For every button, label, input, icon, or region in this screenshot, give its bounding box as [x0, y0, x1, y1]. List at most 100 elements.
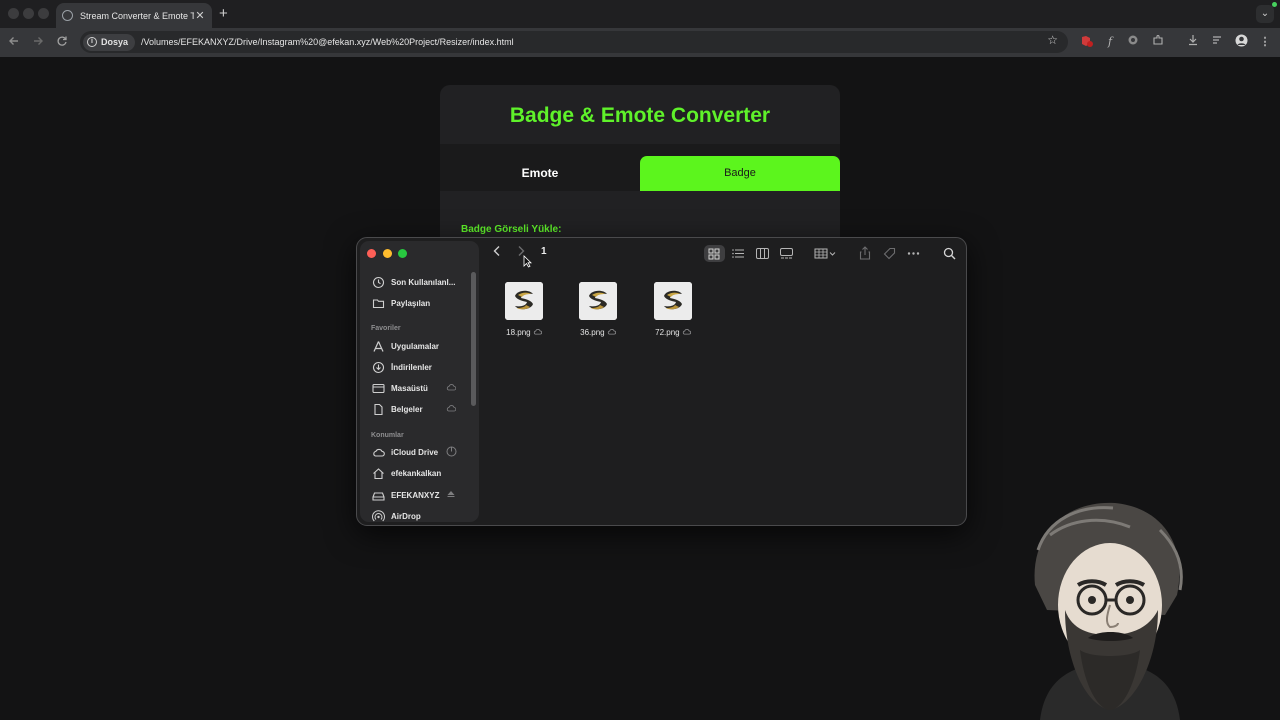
- clock-icon: [372, 276, 385, 288]
- extensions-puzzle-icon[interactable]: [1150, 34, 1166, 50]
- sidebar-item-label: iCloud Drive: [391, 447, 439, 457]
- eject-icon[interactable]: [446, 490, 456, 498]
- finder-back-button[interactable]: [487, 245, 507, 262]
- dialog-minimize-button[interactable]: [383, 249, 392, 258]
- downloads-icon: [372, 361, 385, 373]
- tag-button[interactable]: [883, 245, 896, 262]
- forward-button[interactable]: [29, 34, 47, 52]
- icloud-icon: [682, 329, 691, 335]
- sync-progress-icon: [446, 446, 457, 457]
- arrow-right-icon: [34, 37, 43, 45]
- image-thumbnail: [579, 282, 617, 320]
- home-icon: [373, 467, 384, 479]
- gallery-view-button[interactable]: [780, 245, 793, 262]
- sidebar-scrollbar[interactable]: [471, 272, 476, 406]
- site-info-chip[interactable]: i Dosya: [83, 33, 136, 51]
- upload-label: Badge Görseli Yükle:: [461, 224, 562, 235]
- sidebar-item-icloud-drive[interactable]: iCloud Drive: [372, 444, 472, 460]
- window-close-button[interactable]: [8, 8, 19, 19]
- search-icon: [943, 247, 956, 260]
- sidebar-section-favorites: Favoriler: [371, 325, 401, 332]
- window-minimize-button[interactable]: [23, 8, 34, 19]
- chevron-left-icon: [493, 246, 500, 256]
- search-button[interactable]: [943, 245, 956, 262]
- window-zoom-button[interactable]: [38, 8, 49, 19]
- address-bar[interactable]: i Dosya /Volumes/EFEKANXYZ/Drive/Instagr…: [80, 31, 1068, 53]
- sidebar-item-label: Uygulamalar: [391, 341, 440, 351]
- current-folder-name: 1: [541, 246, 547, 257]
- drive-icon: [372, 491, 385, 501]
- tab-badge[interactable]: Badge: [640, 156, 840, 191]
- desktop-icon: [372, 383, 385, 393]
- browser-toolbar: i Dosya /Volumes/EFEKANXYZ/Drive/Instagr…: [0, 28, 1280, 57]
- sidebar-item-desktop[interactable]: Masaüstü: [372, 380, 472, 396]
- tab-title: Stream Converter & Emote To: [80, 10, 194, 21]
- more-menu-icon[interactable]: ⋮: [1257, 34, 1273, 50]
- extension-camera-icon[interactable]: [1125, 34, 1141, 50]
- file-item[interactable]: 18.png: [494, 282, 554, 337]
- browser-tab[interactable]: Stream Converter & Emote To ✕: [56, 3, 212, 28]
- sidebar-item-label: Masaüstü: [391, 383, 428, 393]
- tab-search-button[interactable]: ⌄: [1256, 5, 1274, 23]
- image-thumbnail: [505, 282, 543, 320]
- icon-view-button[interactable]: [708, 245, 720, 262]
- share-icon: [859, 246, 871, 260]
- list-view-icon: [732, 249, 744, 258]
- mouse-cursor-icon: [523, 255, 532, 268]
- file-name: 18.png: [494, 328, 554, 337]
- file-item[interactable]: 72.png: [643, 282, 703, 337]
- more-actions-button[interactable]: [907, 245, 920, 262]
- icloud-icon: [446, 384, 456, 391]
- sidebar-item-label: EFEKANXYZ: [391, 490, 440, 500]
- sidebar-item-downloads[interactable]: İndirilenler: [372, 359, 472, 375]
- download-icon[interactable]: [1185, 34, 1201, 50]
- grid-view-icon: [708, 248, 720, 260]
- new-tab-button[interactable]: +: [219, 5, 228, 22]
- site-info-label: Dosya: [101, 37, 129, 47]
- sidebar-item-label: Paylaşılan: [391, 298, 431, 308]
- tag-icon: [883, 247, 896, 260]
- file-item[interactable]: 36.png: [568, 282, 628, 337]
- url-text: /Volumes/EFEKANXYZ/Drive/Instagram%20@ef…: [141, 37, 514, 47]
- page-title: Badge & Emote Converter: [509, 104, 771, 127]
- info-icon: i: [87, 37, 97, 47]
- reload-button[interactable]: [53, 34, 71, 52]
- gallery-view-icon: [780, 248, 793, 259]
- extension-red-icon[interactable]: [1079, 34, 1095, 50]
- sidebar-item-airdrop[interactable]: AirDrop: [372, 508, 472, 524]
- sidebar-item-label: Belgeler: [391, 404, 423, 414]
- group-grid-icon: [814, 248, 836, 259]
- list-view-button[interactable]: [732, 245, 744, 262]
- sidebar-item-shared[interactable]: Paylaşılan: [372, 295, 472, 311]
- column-view-button[interactable]: [756, 245, 769, 262]
- status-dot: [1272, 2, 1277, 7]
- sidebar-item-home[interactable]: efekankalkan: [372, 465, 472, 481]
- sidebar-item-label: efekankalkan: [391, 468, 442, 478]
- icloud-icon: [446, 405, 456, 412]
- sidebar-item-documents[interactable]: Belgeler: [372, 401, 472, 417]
- file-name: 36.png: [568, 328, 628, 337]
- sidebar-item-label: İndirilenler: [391, 362, 432, 372]
- column-view-icon: [756, 248, 769, 259]
- dialog-close-button[interactable]: [367, 249, 376, 258]
- media-controls-icon[interactable]: [1209, 34, 1225, 50]
- dialog-zoom-button[interactable]: [398, 249, 407, 258]
- sidebar-item-recents[interactable]: Son Kullanılanl...: [372, 274, 472, 290]
- image-thumbnail: [654, 282, 692, 320]
- tab-close-button[interactable]: ✕: [194, 9, 206, 22]
- bookmark-star-icon[interactable]: ☆: [1047, 33, 1058, 47]
- tab-emote[interactable]: Emote: [440, 156, 640, 191]
- sidebar-item-label: AirDrop: [391, 511, 421, 521]
- sidebar-item-applications[interactable]: Uygulamalar: [372, 338, 472, 354]
- group-by-button[interactable]: [814, 245, 836, 262]
- back-button[interactable]: [5, 34, 23, 52]
- profile-avatar-icon[interactable]: [1233, 34, 1249, 50]
- share-button[interactable]: [859, 245, 871, 262]
- icloud-icon: [533, 329, 542, 335]
- globe-icon: [62, 10, 73, 21]
- sidebar-item-external-drive[interactable]: EFEKANXYZ: [372, 487, 472, 503]
- document-icon: [374, 403, 383, 415]
- sidebar-section-locations: Konumlar: [371, 432, 404, 439]
- extension-script-icon[interactable]: f: [1102, 34, 1118, 50]
- icloud-icon: [373, 448, 385, 457]
